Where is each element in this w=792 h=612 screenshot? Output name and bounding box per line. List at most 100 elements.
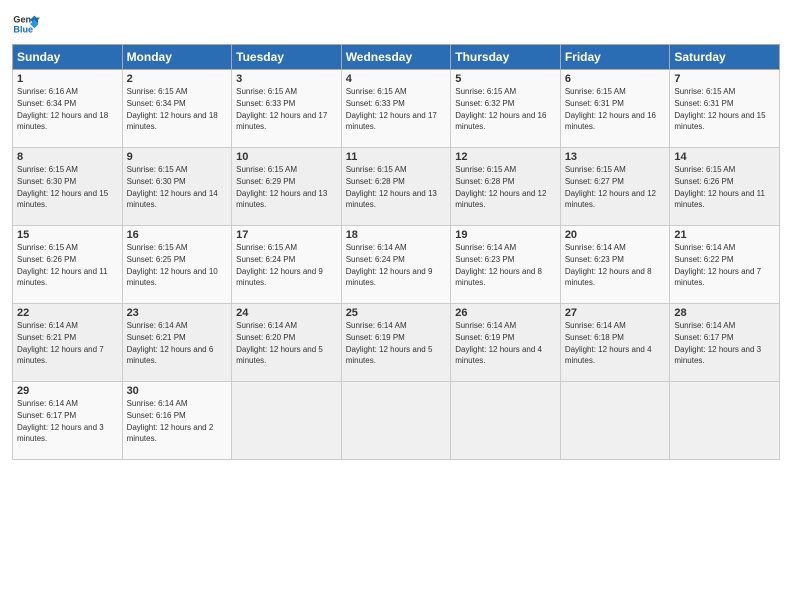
table-row: 8 Sunrise: 6:15 AMSunset: 6:30 PMDayligh…: [13, 148, 123, 226]
day-info: Sunrise: 6:15 AMSunset: 6:25 PMDaylight:…: [127, 243, 218, 287]
day-info: Sunrise: 6:15 AMSunset: 6:24 PMDaylight:…: [236, 243, 323, 287]
day-info: Sunrise: 6:14 AMSunset: 6:23 PMDaylight:…: [565, 243, 652, 287]
table-row: 30 Sunrise: 6:14 AMSunset: 6:16 PMDaylig…: [122, 382, 232, 460]
table-row: 20 Sunrise: 6:14 AMSunset: 6:23 PMDaylig…: [560, 226, 670, 304]
table-row: 17 Sunrise: 6:15 AMSunset: 6:24 PMDaylig…: [232, 226, 342, 304]
day-number: 20: [565, 229, 666, 241]
day-info: Sunrise: 6:15 AMSunset: 6:32 PMDaylight:…: [455, 87, 546, 131]
day-info: Sunrise: 6:14 AMSunset: 6:20 PMDaylight:…: [236, 321, 323, 365]
day-number: 30: [127, 385, 228, 397]
table-row: 27 Sunrise: 6:14 AMSunset: 6:18 PMDaylig…: [560, 304, 670, 382]
day-info: Sunrise: 6:15 AMSunset: 6:26 PMDaylight:…: [17, 243, 108, 287]
day-info: Sunrise: 6:15 AMSunset: 6:31 PMDaylight:…: [674, 87, 765, 131]
day-info: Sunrise: 6:15 AMSunset: 6:33 PMDaylight:…: [236, 87, 327, 131]
day-info: Sunrise: 6:14 AMSunset: 6:21 PMDaylight:…: [127, 321, 214, 365]
table-row: 9 Sunrise: 6:15 AMSunset: 6:30 PMDayligh…: [122, 148, 232, 226]
logo: General Blue: [12, 10, 40, 38]
col-wednesday: Wednesday: [341, 45, 451, 70]
day-number: 6: [565, 73, 666, 85]
table-row: 5 Sunrise: 6:15 AMSunset: 6:32 PMDayligh…: [451, 70, 561, 148]
day-number: 26: [455, 307, 556, 319]
day-info: Sunrise: 6:15 AMSunset: 6:27 PMDaylight:…: [565, 165, 656, 209]
day-number: 1: [17, 73, 118, 85]
col-saturday: Saturday: [670, 45, 780, 70]
day-number: 10: [236, 151, 337, 163]
logo-icon: General Blue: [12, 10, 40, 38]
day-info: Sunrise: 6:15 AMSunset: 6:33 PMDaylight:…: [346, 87, 437, 131]
day-info: Sunrise: 6:15 AMSunset: 6:30 PMDaylight:…: [17, 165, 108, 209]
calendar-container: General Blue Sunday Monday Tuesday Wedne…: [0, 0, 792, 470]
day-info: Sunrise: 6:15 AMSunset: 6:26 PMDaylight:…: [674, 165, 765, 209]
day-info: Sunrise: 6:14 AMSunset: 6:19 PMDaylight:…: [455, 321, 542, 365]
day-info: Sunrise: 6:14 AMSunset: 6:17 PMDaylight:…: [674, 321, 761, 365]
table-row: 4 Sunrise: 6:15 AMSunset: 6:33 PMDayligh…: [341, 70, 451, 148]
day-number: 8: [17, 151, 118, 163]
day-number: 14: [674, 151, 775, 163]
day-number: 12: [455, 151, 556, 163]
day-number: 13: [565, 151, 666, 163]
table-row: 26 Sunrise: 6:14 AMSunset: 6:19 PMDaylig…: [451, 304, 561, 382]
day-number: 2: [127, 73, 228, 85]
day-info: Sunrise: 6:14 AMSunset: 6:19 PMDaylight:…: [346, 321, 433, 365]
day-number: 23: [127, 307, 228, 319]
table-row: [451, 382, 561, 460]
table-row: 16 Sunrise: 6:15 AMSunset: 6:25 PMDaylig…: [122, 226, 232, 304]
table-row: [232, 382, 342, 460]
day-info: Sunrise: 6:15 AMSunset: 6:28 PMDaylight:…: [346, 165, 437, 209]
day-number: 3: [236, 73, 337, 85]
col-friday: Friday: [560, 45, 670, 70]
day-info: Sunrise: 6:14 AMSunset: 6:16 PMDaylight:…: [127, 399, 214, 443]
day-info: Sunrise: 6:14 AMSunset: 6:18 PMDaylight:…: [565, 321, 652, 365]
table-row: 28 Sunrise: 6:14 AMSunset: 6:17 PMDaylig…: [670, 304, 780, 382]
table-row: [560, 382, 670, 460]
day-info: Sunrise: 6:15 AMSunset: 6:31 PMDaylight:…: [565, 87, 656, 131]
table-row: 29 Sunrise: 6:14 AMSunset: 6:17 PMDaylig…: [13, 382, 123, 460]
day-info: Sunrise: 6:15 AMSunset: 6:29 PMDaylight:…: [236, 165, 327, 209]
day-number: 28: [674, 307, 775, 319]
table-row: 11 Sunrise: 6:15 AMSunset: 6:28 PMDaylig…: [341, 148, 451, 226]
table-row: 12 Sunrise: 6:15 AMSunset: 6:28 PMDaylig…: [451, 148, 561, 226]
calendar-table: Sunday Monday Tuesday Wednesday Thursday…: [12, 44, 780, 460]
day-number: 7: [674, 73, 775, 85]
col-monday: Monday: [122, 45, 232, 70]
day-number: 18: [346, 229, 447, 241]
day-number: 17: [236, 229, 337, 241]
day-info: Sunrise: 6:14 AMSunset: 6:17 PMDaylight:…: [17, 399, 104, 443]
day-info: Sunrise: 6:14 AMSunset: 6:22 PMDaylight:…: [674, 243, 761, 287]
table-row: 21 Sunrise: 6:14 AMSunset: 6:22 PMDaylig…: [670, 226, 780, 304]
day-number: 22: [17, 307, 118, 319]
day-info: Sunrise: 6:14 AMSunset: 6:24 PMDaylight:…: [346, 243, 433, 287]
day-number: 21: [674, 229, 775, 241]
table-row: 3 Sunrise: 6:15 AMSunset: 6:33 PMDayligh…: [232, 70, 342, 148]
day-info: Sunrise: 6:15 AMSunset: 6:30 PMDaylight:…: [127, 165, 218, 209]
day-number: 29: [17, 385, 118, 397]
day-info: Sunrise: 6:15 AMSunset: 6:28 PMDaylight:…: [455, 165, 546, 209]
day-number: 25: [346, 307, 447, 319]
table-row: 2 Sunrise: 6:15 AMSunset: 6:34 PMDayligh…: [122, 70, 232, 148]
day-number: 24: [236, 307, 337, 319]
day-number: 15: [17, 229, 118, 241]
table-row: [341, 382, 451, 460]
col-sunday: Sunday: [13, 45, 123, 70]
table-row: 23 Sunrise: 6:14 AMSunset: 6:21 PMDaylig…: [122, 304, 232, 382]
table-row: [670, 382, 780, 460]
col-tuesday: Tuesday: [232, 45, 342, 70]
day-number: 19: [455, 229, 556, 241]
table-row: 15 Sunrise: 6:15 AMSunset: 6:26 PMDaylig…: [13, 226, 123, 304]
table-row: 25 Sunrise: 6:14 AMSunset: 6:19 PMDaylig…: [341, 304, 451, 382]
day-number: 4: [346, 73, 447, 85]
table-row: 6 Sunrise: 6:15 AMSunset: 6:31 PMDayligh…: [560, 70, 670, 148]
table-row: 24 Sunrise: 6:14 AMSunset: 6:20 PMDaylig…: [232, 304, 342, 382]
table-row: 18 Sunrise: 6:14 AMSunset: 6:24 PMDaylig…: [341, 226, 451, 304]
day-number: 27: [565, 307, 666, 319]
svg-text:Blue: Blue: [13, 24, 33, 34]
day-info: Sunrise: 6:14 AMSunset: 6:21 PMDaylight:…: [17, 321, 104, 365]
table-row: 10 Sunrise: 6:15 AMSunset: 6:29 PMDaylig…: [232, 148, 342, 226]
col-thursday: Thursday: [451, 45, 561, 70]
table-row: 19 Sunrise: 6:14 AMSunset: 6:23 PMDaylig…: [451, 226, 561, 304]
day-number: 11: [346, 151, 447, 163]
day-info: Sunrise: 6:16 AMSunset: 6:34 PMDaylight:…: [17, 87, 108, 131]
day-number: 16: [127, 229, 228, 241]
table-row: 7 Sunrise: 6:15 AMSunset: 6:31 PMDayligh…: [670, 70, 780, 148]
day-info: Sunrise: 6:14 AMSunset: 6:23 PMDaylight:…: [455, 243, 542, 287]
